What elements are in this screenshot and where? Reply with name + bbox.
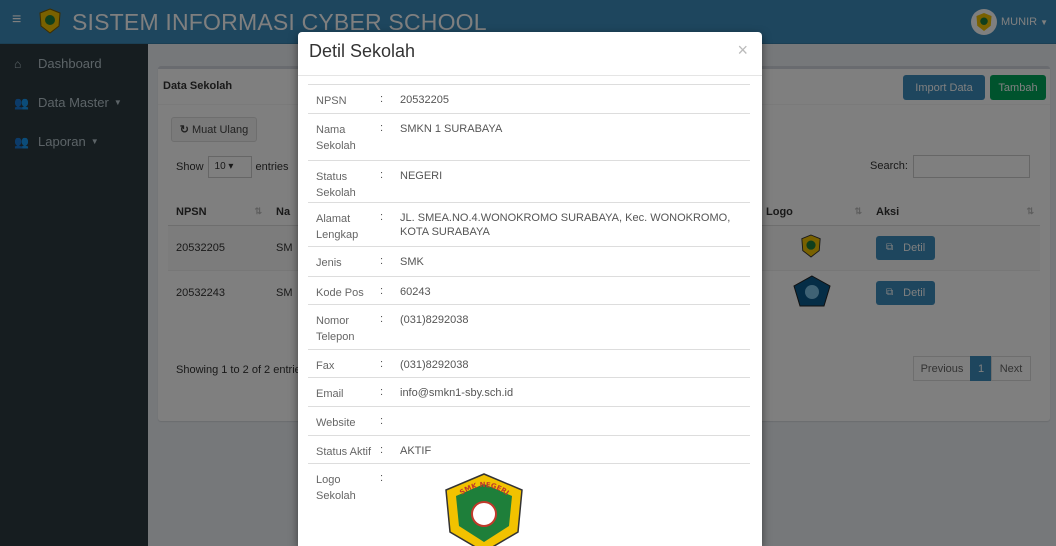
detail-row: Logo Sekolah:: [308, 463, 750, 504]
field-label: Jenis: [308, 246, 380, 277]
detail-row: Website:: [308, 406, 750, 436]
field-label: Website: [308, 406, 380, 436]
field-value: info@smkn1-sby.sch.id: [400, 377, 750, 407]
field-value: SMK: [400, 246, 750, 277]
field-value: JL. SMEA.NO.4.WONOKROMO SURABAYA, Kec. W…: [400, 202, 750, 247]
field-label: NPSN: [308, 84, 380, 114]
detail-row: Status Aktif: AKTIF: [308, 435, 750, 464]
detail-row: Status Sekolah: NEGERI: [308, 160, 750, 203]
detail-table: NPSN:20532205 Nama Sekolah: SMKN 1 SURABA…: [308, 84, 750, 504]
field-label: Alamat Lengkap: [308, 202, 380, 247]
field-label: Status Aktif: [308, 435, 380, 464]
field-label: Nama Sekolah: [308, 113, 380, 161]
field-label: Email: [308, 377, 380, 407]
detail-row: Alamat Lengkap: JL. SMEA.NO.4.WONOKROMO S…: [308, 202, 750, 247]
field-value: AKTIF: [400, 435, 750, 464]
field-label: Status Sekolah: [308, 160, 380, 203]
detail-row: Kode Pos:60243: [308, 276, 750, 305]
modal-header: Detil Sekolah ×: [298, 32, 762, 76]
field-value: (031)8292038: [400, 349, 750, 378]
detail-row: Fax: (031)8292038: [308, 349, 750, 378]
modal-title: Detil Sekolah: [309, 41, 416, 61]
school-logo-image: SMK NEGERI 1: [442, 472, 523, 546]
field-label: Kode Pos: [308, 276, 380, 305]
detail-row: Nomor Telepon: (031)8292038: [308, 304, 750, 350]
field-value: SMKN 1 SURABAYA: [400, 113, 750, 161]
detail-row: Email: info@smkn1-sby.sch.id: [308, 377, 750, 407]
field-label: Logo Sekolah: [308, 463, 380, 504]
field-value: NEGERI: [400, 160, 750, 203]
field-label: Nomor Telepon: [308, 304, 380, 350]
close-icon[interactable]: ×: [737, 40, 748, 61]
detail-row: NPSN:20532205: [308, 84, 750, 114]
detail-row: Nama Sekolah: SMKN 1 SURABAYA: [308, 113, 750, 161]
detail-row: Jenis: SMK: [308, 246, 750, 277]
field-label: Fax: [308, 349, 380, 378]
field-value: [400, 406, 750, 436]
field-value: 20532205: [400, 84, 750, 114]
field-value: 60243: [400, 276, 750, 305]
detil-sekolah-modal: Detil Sekolah × NPSN:20532205 Nama Sekol…: [298, 32, 762, 546]
field-value: (031)8292038: [400, 304, 750, 350]
